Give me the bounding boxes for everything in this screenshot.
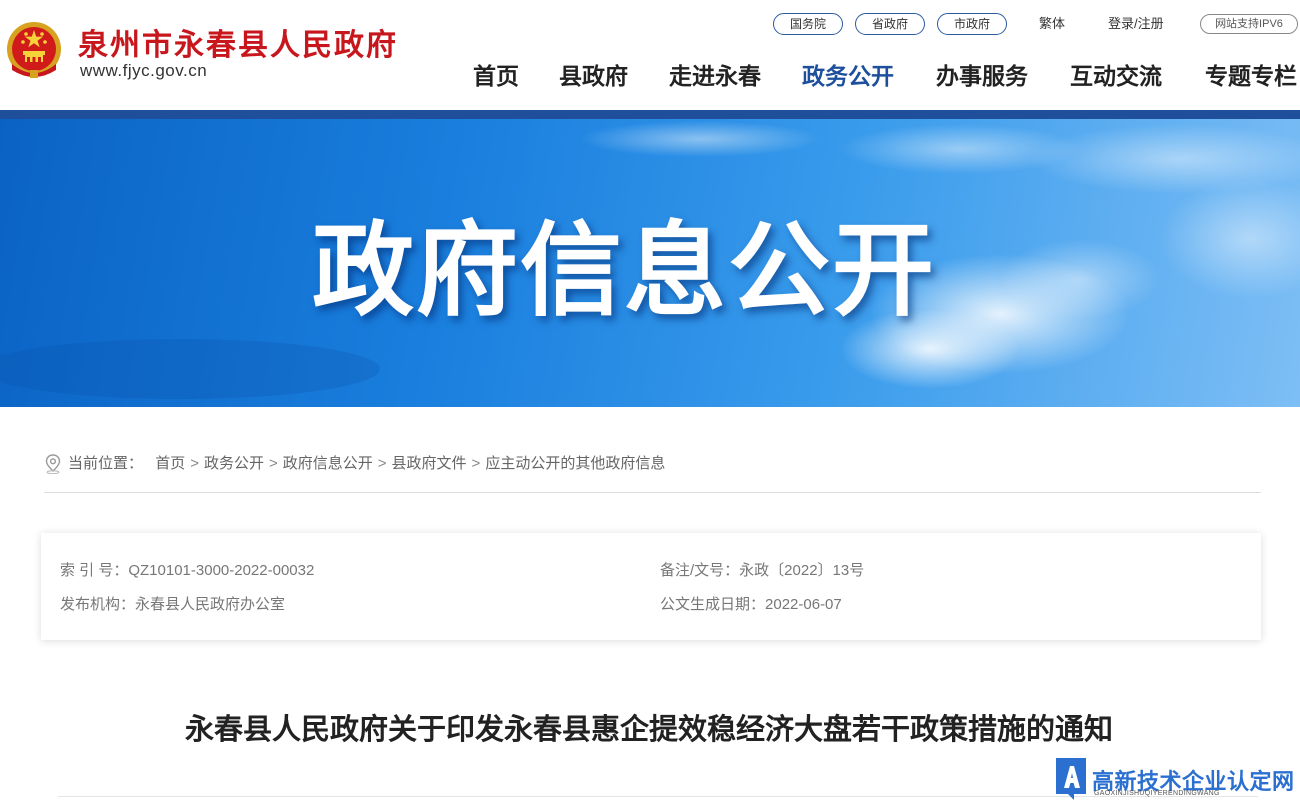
guowuyuan-link[interactable]: 国务院: [773, 13, 843, 35]
breadcrumb-separator: >: [471, 455, 481, 472]
breadcrumb: 当前位置： 首页 > 政务公开 > 政府信息公开 > 县政府文件 > 应主动公开的其他政府信息: [44, 452, 665, 476]
nav-gov-affairs[interactable]: 政务公开: [802, 58, 894, 94]
nav-special[interactable]: 专题专栏: [1205, 58, 1297, 94]
document-meta-box: 索 引 号：QZ10101-3000-2022-00032 备注/文号：永政〔2…: [41, 533, 1261, 640]
nav-county-gov[interactable]: 县政府: [559, 58, 628, 94]
meta-publisher: 发布机构：永春县人民政府办公室: [60, 595, 285, 615]
breadcrumb-county-docs[interactable]: 县政府文件: [392, 455, 467, 472]
meta-publisher-label: 发布机构：: [60, 596, 136, 613]
meta-publisher-value: 永春县人民政府办公室: [135, 596, 286, 613]
document-title: 永春县人民政府关于印发永春县惠企提效稳经济大盘若干政策措施的通知: [184, 714, 1113, 746]
traditional-chinese-link[interactable]: 繁体: [1039, 13, 1065, 35]
breadcrumb-home[interactable]: 首页: [155, 455, 185, 472]
ipv6-badge: 网站支持IPV6: [1200, 14, 1298, 34]
meta-doc-no-value: 永政〔2022〕13号: [739, 562, 865, 579]
login-register-link[interactable]: 登录/注册: [1108, 13, 1164, 35]
main-nav: 首页 县政府 走进永春 政务公开 办事服务 互动交流 专题专栏: [0, 58, 1300, 94]
breadcrumb-gov-affairs[interactable]: 政务公开: [204, 455, 264, 472]
meta-date: 公文生成日期：2022-06-07: [660, 595, 842, 615]
breadcrumb-separator: >: [190, 455, 199, 472]
breadcrumb-separator: >: [377, 455, 387, 472]
top-links: 国务院 省政府 市政府 繁体 登录/注册 网站支持IPV6: [0, 13, 1300, 35]
banner-title: 政府信息公开: [312, 214, 936, 328]
nav-services[interactable]: 办事服务: [936, 58, 1028, 94]
province-gov-link[interactable]: 省政府: [855, 13, 925, 35]
meta-index-value: QZ10101-3000-2022-00032: [128, 562, 315, 579]
watermark-subtext: GAOXINJISHUQIYERENDINGWANG: [1094, 790, 1220, 797]
meta-date-label: 公文生成日期：: [660, 596, 766, 613]
nav-about[interactable]: 走进永春: [669, 58, 761, 94]
breadcrumb-current[interactable]: 应主动公开的其他政府信息: [485, 455, 665, 472]
location-pin-icon: [44, 454, 62, 475]
watermark: 高新技术企业认定网 GAOXINJISHUQIYERENDINGWANG: [1054, 754, 1300, 804]
city-gov-link[interactable]: 市政府: [937, 13, 1007, 35]
meta-doc-no: 备注/文号：永政〔2022〕13号: [660, 561, 864, 581]
meta-index-label: 索 引 号：: [60, 562, 129, 579]
nav-interaction[interactable]: 互动交流: [1070, 58, 1162, 94]
meta-doc-no-label: 备注/文号：: [660, 562, 740, 579]
header-divider-bar: [0, 110, 1300, 119]
banner: 政府信息公开: [0, 119, 1300, 407]
nav-home[interactable]: 首页: [473, 58, 519, 94]
breadcrumb-divider: [44, 492, 1261, 493]
meta-date-value: 2022-06-07: [765, 596, 842, 613]
breadcrumb-separator: >: [268, 455, 278, 472]
letter-a-logo-icon: [1054, 756, 1088, 800]
meta-index-no: 索 引 号：QZ10101-3000-2022-00032: [60, 561, 314, 581]
breadcrumb-info-disclosure[interactable]: 政府信息公开: [283, 455, 373, 472]
breadcrumb-label: 当前位置：: [68, 455, 144, 472]
site-header: 泉州市永春县人民政府 www.fjyc.gov.cn 国务院 省政府 市政府 繁…: [0, 0, 1300, 110]
